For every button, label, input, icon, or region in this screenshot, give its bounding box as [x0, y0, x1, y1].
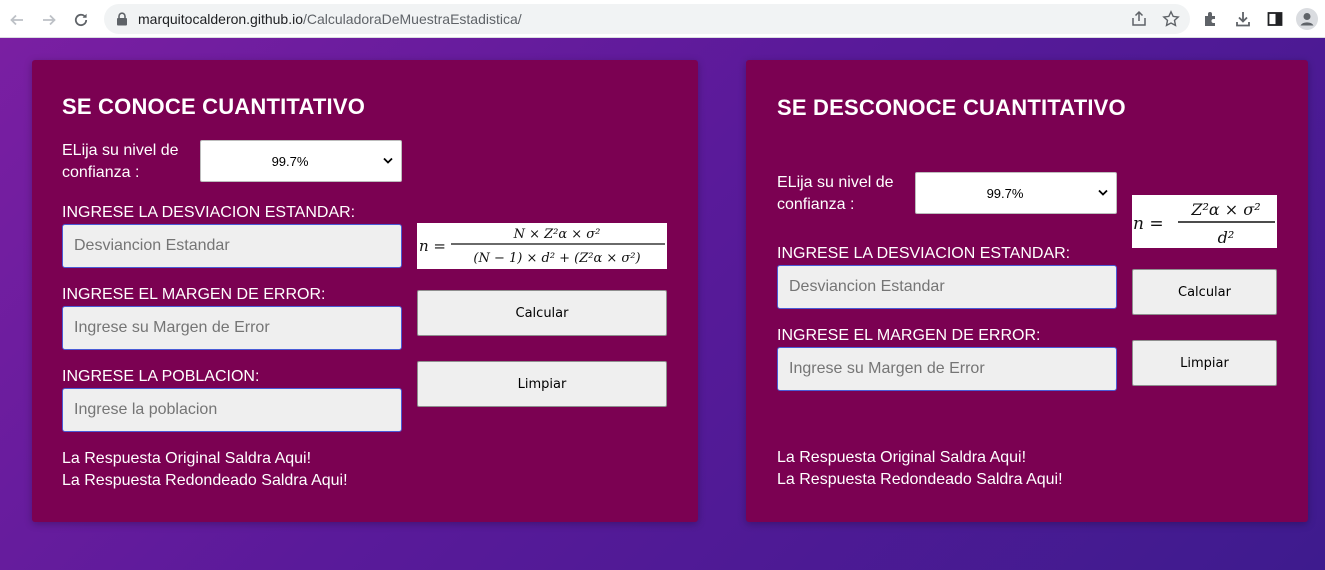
url-host: marquitocalderon.github.io	[138, 11, 303, 27]
std-dev-input[interactable]: Desviancion Estandar	[62, 224, 402, 268]
address-bar[interactable]: marquitocalderon.github.io/CalculadoraDe…	[104, 4, 1190, 34]
lock-icon	[117, 12, 127, 26]
clear-button[interactable]: Limpiar	[1132, 340, 1277, 386]
reload-button[interactable]	[68, 7, 94, 33]
formula-image: n = Z²α × σ² d²	[1133, 200, 1275, 247]
result-rounded: La Respuesta Redondeado Saldra Aqui!	[62, 472, 348, 489]
chevron-down-icon	[1098, 189, 1108, 196]
chevron-down-icon	[383, 157, 393, 164]
extensions-icon[interactable]	[1202, 10, 1220, 28]
download-icon[interactable]	[1234, 10, 1252, 28]
url-text: marquitocalderon.github.io/CalculadoraDe…	[138, 11, 522, 27]
side-panel-icon[interactable]	[1266, 10, 1284, 28]
confidence-label-line2: confianza :	[777, 196, 855, 213]
card-title: SE CONOCE CUANTITATIVO	[62, 94, 366, 119]
card-title: SE DESCONOCE CUANTITATIVO	[777, 95, 1126, 120]
margin-error-input[interactable]: Ingrese su Margen de Error	[62, 306, 402, 350]
back-button[interactable]	[4, 7, 30, 33]
confidence-select[interactable]: 99.7%	[915, 172, 1117, 214]
infinite-population-formula: n = Z²α × σ² d²	[1132, 195, 1277, 248]
calculate-button[interactable]: Calcular	[1132, 269, 1277, 315]
margin-error-placeholder: Ingrese su Margen de Error	[74, 319, 270, 336]
std-dev-placeholder: Desviancion Estandar	[789, 278, 945, 295]
result-rounded: La Respuesta Redondeado Saldra Aqui!	[777, 471, 1063, 488]
population-placeholder: Ingrese la poblacion	[74, 401, 218, 418]
confidence-select[interactable]: 99.7%	[200, 140, 402, 182]
formula-image: n = N × Z²α × σ² (N − 1) × d² + (Z²α × σ…	[419, 227, 665, 266]
forward-button[interactable]	[36, 7, 62, 33]
std-dev-label: INGRESE LA DESVIACION ESTANDAR:	[777, 245, 1071, 262]
svg-text:N × Z²α × σ²: N × Z²α × σ²	[513, 227, 601, 242]
std-dev-input[interactable]: Desviancion Estandar	[777, 265, 1117, 309]
back-icon	[10, 14, 23, 26]
margin-error-label: INGRESE EL MARGEN DE ERROR:	[777, 327, 1041, 344]
population-label: INGRESE LA POBLACION:	[62, 368, 260, 385]
margin-error-placeholder: Ingrese su Margen de Error	[789, 360, 985, 377]
share-icon[interactable]	[1130, 10, 1148, 28]
unknown-population-card: SE DESCONOCE CUANTITATIVO ELija su nivel…	[746, 60, 1308, 522]
forward-icon	[43, 14, 56, 26]
browser-toolbar: marquitocalderon.github.io/CalculadoraDe…	[0, 0, 1325, 38]
url-path: /CalculadoraDeMuestraEstadistica/	[303, 11, 522, 27]
profile-icon[interactable]	[1296, 8, 1318, 30]
margin-error-input[interactable]: Ingrese su Margen de Error	[777, 347, 1117, 391]
star-icon[interactable]	[1162, 10, 1180, 28]
confidence-label-line1: ELija su nivel de	[777, 174, 894, 191]
reload-icon	[74, 13, 88, 27]
result-original: La Respuesta Original Saldra Aqui!	[777, 449, 1027, 466]
margin-error-label: INGRESE EL MARGEN DE ERROR:	[62, 286, 326, 303]
svg-text:n =: n =	[419, 237, 446, 255]
finite-population-formula: n = N × Z²α × σ² (N − 1) × d² + (Z²α × σ…	[417, 223, 667, 269]
svg-text:n =: n =	[1133, 214, 1164, 234]
population-input[interactable]: Ingrese la poblacion	[62, 388, 402, 432]
confidence-label-line1: ELija su nivel de	[62, 142, 179, 159]
confidence-selected-value: 99.7%	[271, 154, 309, 169]
result-original: La Respuesta Original Saldra Aqui!	[62, 450, 312, 467]
known-population-card: SE CONOCE CUANTITATIVO ELija su nivel de…	[32, 60, 698, 522]
std-dev-placeholder: Desviancion Estandar	[74, 237, 230, 254]
confidence-selected-value: 99.7%	[986, 186, 1024, 201]
clear-button[interactable]: Limpiar	[417, 361, 667, 407]
svg-text:d²: d²	[1218, 228, 1235, 247]
svg-text:Z²α × σ²: Z²α × σ²	[1190, 200, 1260, 219]
page-background: SE CONOCE CUANTITATIVO ELija su nivel de…	[0, 38, 1325, 570]
svg-text:(N − 1) × d² + (Z²α × σ²): (N − 1) × d² + (Z²α × σ²)	[473, 251, 640, 266]
std-dev-label: INGRESE LA DESVIACION ESTANDAR:	[62, 204, 356, 221]
confidence-label-line2: confianza :	[62, 164, 140, 181]
calculate-button[interactable]: Calcular	[417, 290, 667, 336]
